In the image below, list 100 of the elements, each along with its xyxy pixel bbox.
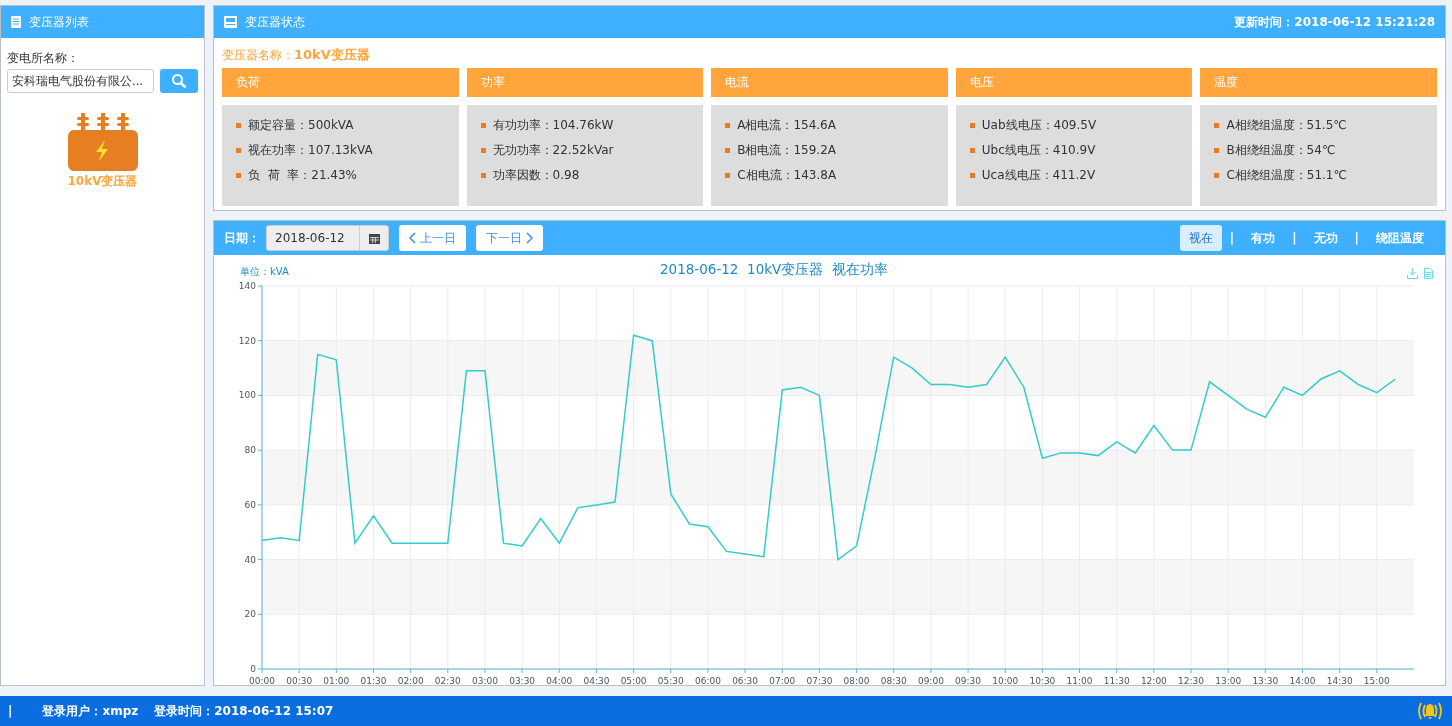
y-tick-label: 20 bbox=[244, 609, 256, 620]
y-tick-label: 120 bbox=[238, 335, 256, 346]
reading-text: 视在功率：107.13kVA bbox=[248, 142, 373, 159]
y-tick-label: 80 bbox=[244, 445, 256, 456]
x-tick-label: 01:30 bbox=[360, 676, 387, 685]
x-tick-label: 10:30 bbox=[1029, 676, 1056, 685]
x-tick-label: 06:30 bbox=[732, 676, 759, 685]
calendar-icon bbox=[368, 232, 380, 244]
x-tick-label: 07:30 bbox=[806, 676, 833, 685]
panel-title: 变压器状态 bbox=[245, 13, 305, 31]
bullet-icon bbox=[725, 148, 731, 153]
field-label: 变电所名称： bbox=[7, 50, 80, 67]
monitor-icon bbox=[224, 16, 237, 28]
reading-text: Uca线电压：411.2V bbox=[981, 167, 1096, 184]
x-tick-label: 08:00 bbox=[843, 676, 870, 685]
reading-text: B相电流：159.2A bbox=[737, 142, 836, 159]
reading-text: 无功功率：22.52kVar bbox=[492, 142, 614, 159]
document-icon[interactable] bbox=[1424, 268, 1433, 279]
x-tick-label: 04:00 bbox=[546, 676, 573, 685]
transformer-name: 变压器名称：10kV变压器 bbox=[221, 46, 371, 64]
x-tick-label: 10:00 bbox=[992, 676, 1019, 685]
reading-text: C相绕组温度：51.1℃ bbox=[1226, 167, 1347, 184]
x-tick-label: 14:30 bbox=[1326, 676, 1353, 685]
reading-text: 功率因数：0.98 bbox=[492, 167, 580, 184]
bullet-icon bbox=[725, 173, 731, 178]
x-tick-label: 00:00 bbox=[249, 676, 275, 685]
x-tick-label: 06:00 bbox=[694, 676, 721, 685]
bullet-icon bbox=[969, 173, 975, 178]
bullet-icon bbox=[969, 148, 975, 153]
x-tick-label: 08:30 bbox=[880, 676, 907, 685]
bullet-icon bbox=[1214, 123, 1220, 128]
y-tick-label: 140 bbox=[238, 281, 256, 291]
search-icon bbox=[171, 73, 187, 89]
x-tick-label: 12:00 bbox=[1140, 676, 1167, 685]
x-tick-label: 09:30 bbox=[955, 676, 982, 685]
search-field[interactable]: 安科瑞电气股份有限公... bbox=[7, 69, 154, 93]
chevron-left-icon bbox=[409, 232, 416, 244]
reading-text: Uab线电压：409.5V bbox=[981, 117, 1097, 134]
tab-separator: | bbox=[1292, 231, 1297, 245]
date-field[interactable]: 2018-06-12 bbox=[266, 225, 389, 251]
bullet-icon bbox=[480, 173, 486, 178]
reading-text: A相电流：154.6A bbox=[737, 117, 836, 134]
transformer-icon[interactable] bbox=[67, 113, 138, 171]
chart-title: 2018-06-12 10kV变压器 视在功率 bbox=[660, 261, 889, 279]
card-header: 负荷 bbox=[222, 68, 459, 97]
tab-separator: | bbox=[1354, 231, 1359, 245]
search-button[interactable] bbox=[160, 69, 198, 93]
date-label: 日期： bbox=[224, 229, 260, 247]
x-tick-label: 04:30 bbox=[583, 676, 610, 685]
x-tick-label: 02:30 bbox=[434, 676, 461, 685]
x-tick-label: 03:30 bbox=[509, 676, 536, 685]
bullet-icon bbox=[480, 123, 486, 128]
reading-text: 额定容量：500kVA bbox=[248, 117, 354, 134]
tab-separator: | bbox=[1229, 231, 1235, 245]
x-tick-label: 14:00 bbox=[1289, 676, 1316, 685]
next-day-button[interactable]: 下一日 bbox=[476, 225, 543, 251]
x-tick-label: 09:00 bbox=[917, 676, 944, 685]
reading-text: 有功功率：104.76kW bbox=[492, 117, 614, 134]
reading-text: 负 荷 率：21.43% bbox=[248, 167, 357, 184]
chart-tab[interactable]: 无功 bbox=[1304, 225, 1347, 251]
bullet-icon bbox=[725, 123, 731, 128]
y-tick-label: 40 bbox=[244, 554, 256, 565]
download-icon[interactable] bbox=[1407, 268, 1418, 279]
separator-mark: | bbox=[8, 704, 13, 718]
x-tick-label: 11:00 bbox=[1066, 676, 1093, 685]
x-tick-label: 13:00 bbox=[1215, 676, 1242, 685]
chart-tab[interactable]: 绕阻温度 bbox=[1367, 225, 1433, 251]
previous-day-button[interactable]: 上一日 bbox=[399, 225, 466, 251]
panel-title: 变压器列表 bbox=[29, 13, 89, 31]
x-tick-label: 12:30 bbox=[1178, 676, 1204, 685]
bullet-icon bbox=[236, 173, 241, 178]
chevron-right-icon bbox=[526, 232, 533, 244]
y-tick-label: 60 bbox=[244, 499, 256, 510]
x-tick-label: 02:00 bbox=[397, 676, 424, 685]
x-tick-label: 11:30 bbox=[1103, 676, 1130, 685]
bullet-icon bbox=[236, 123, 241, 128]
x-tick-label: 15:00 bbox=[1363, 676, 1390, 685]
x-tick-label: 03:00 bbox=[472, 676, 498, 685]
login-time: 登录时间：2018-06-12 15:07 bbox=[154, 702, 334, 720]
card-header: 功率 bbox=[466, 68, 704, 97]
alarm-bell-icon[interactable] bbox=[1416, 701, 1444, 721]
bullet-icon bbox=[480, 148, 486, 153]
update-time: 更新时间：2018-06-12 15:21:28 bbox=[1234, 13, 1435, 31]
axis-unit: 单位：kVA bbox=[240, 265, 290, 279]
reading-text: C相电流：143.8A bbox=[737, 167, 837, 184]
chart-tab[interactable]: 视在 bbox=[1179, 225, 1222, 251]
x-tick-label: 07:00 bbox=[769, 676, 796, 685]
x-tick-label: 05:30 bbox=[657, 676, 684, 685]
card-header: 温度 bbox=[1200, 68, 1437, 97]
transformer-label[interactable]: 10kV变压器 bbox=[67, 173, 138, 190]
x-tick-label: 13:30 bbox=[1252, 676, 1279, 685]
reading-text: Ubc线电压：410.9V bbox=[981, 142, 1096, 159]
card-header: 电流 bbox=[711, 68, 948, 97]
bullet-icon bbox=[1214, 173, 1220, 178]
bullet-icon bbox=[969, 123, 975, 128]
card-header: 电压 bbox=[955, 68, 1193, 97]
y-tick-label: 100 bbox=[238, 390, 256, 401]
chart-tab[interactable]: 有功 bbox=[1242, 225, 1285, 251]
reading-text: A相绕组温度：51.5℃ bbox=[1226, 117, 1347, 134]
y-tick-label: 0 bbox=[250, 664, 256, 674]
